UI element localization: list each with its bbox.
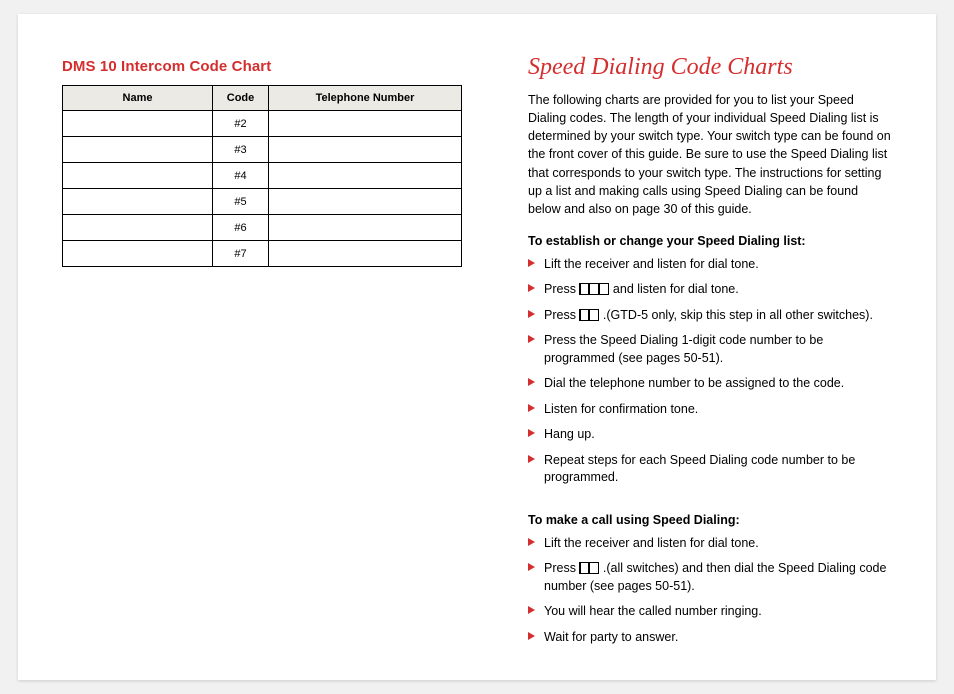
step-text: Press the Speed Dialing 1-digit code num…	[544, 333, 823, 365]
keypad-box-icon	[589, 562, 599, 574]
table-row: #3	[63, 137, 462, 163]
col-header-tel: Telephone Number	[269, 86, 462, 111]
cell-tel	[269, 111, 462, 137]
keypad-box-icon	[579, 283, 589, 295]
table-row: #4	[63, 163, 462, 189]
step-text: Wait for party to answer.	[544, 630, 678, 644]
cell-name	[63, 215, 213, 241]
keypad-box-icon	[579, 562, 589, 574]
step-text: Lift the receiver and listen for dial to…	[544, 536, 759, 550]
cell-name	[63, 189, 213, 215]
speed-dialing-title: Speed Dialing Code Charts	[528, 54, 892, 81]
triangle-bullet-icon	[528, 259, 535, 267]
cell-code: #2	[213, 111, 269, 137]
list-item: Press the Speed Dialing 1-digit code num…	[528, 332, 892, 375]
list-item: Repeat steps for each Speed Dialing code…	[528, 452, 892, 495]
keypad-box-icon	[599, 283, 609, 295]
triangle-bullet-icon	[528, 563, 535, 571]
col-header-name: Name	[63, 86, 213, 111]
establish-list-heading: To establish or change your Speed Dialin…	[528, 234, 892, 248]
cell-code: #6	[213, 215, 269, 241]
table-row: #7	[63, 241, 462, 267]
intercom-code-table: Name Code Telephone Number #2 #3	[62, 85, 462, 267]
keypad-box-icon	[589, 309, 599, 321]
make-call-steps: Lift the receiver and listen for dial to…	[528, 535, 892, 655]
col-header-code: Code	[213, 86, 269, 111]
step-text: Press	[544, 308, 579, 322]
establish-list-steps: Lift the receiver and listen for dial to…	[528, 256, 892, 495]
keypad-box-icon	[589, 283, 599, 295]
list-item: Lift the receiver and listen for dial to…	[528, 535, 892, 561]
list-item: Press .(all switches) and then dial the …	[528, 560, 892, 603]
triangle-bullet-icon	[528, 606, 535, 614]
triangle-bullet-icon	[528, 284, 535, 292]
triangle-bullet-icon	[528, 455, 535, 463]
step-text: Listen for confirmation tone.	[544, 402, 698, 416]
table-row: #6	[63, 215, 462, 241]
table-row: #5	[63, 189, 462, 215]
cell-name	[63, 137, 213, 163]
cell-code: #4	[213, 163, 269, 189]
cell-code: #3	[213, 137, 269, 163]
list-item: You will hear the called number ringing.	[528, 603, 892, 629]
keypad-box-icon	[579, 309, 589, 321]
step-text: Repeat steps for each Speed Dialing code…	[544, 453, 855, 485]
intercom-chart-heading: DMS 10 Intercom Code Chart	[62, 58, 462, 75]
triangle-bullet-icon	[528, 335, 535, 343]
triangle-bullet-icon	[528, 632, 535, 640]
cell-tel	[269, 163, 462, 189]
list-item: Listen for confirmation tone.	[528, 401, 892, 427]
step-text: Hang up.	[544, 427, 595, 441]
step-text: .(GTD-5 only, skip this step in all othe…	[603, 308, 873, 322]
list-item: Wait for party to answer.	[528, 629, 892, 655]
list-item: Hang up.	[528, 426, 892, 452]
cell-tel	[269, 241, 462, 267]
step-text: You will hear the called number ringing.	[544, 604, 762, 618]
table-row: #2	[63, 111, 462, 137]
list-item: Dial the telephone number to be assigned…	[528, 375, 892, 401]
step-text: Press	[544, 561, 579, 575]
cell-tel	[269, 189, 462, 215]
cell-tel	[269, 137, 462, 163]
make-call-heading: To make a call using Speed Dialing:	[528, 513, 892, 527]
intro-paragraph: The following charts are provided for yo…	[528, 91, 892, 218]
right-column: Speed Dialing Code Charts The following …	[462, 58, 892, 680]
triangle-bullet-icon	[528, 538, 535, 546]
triangle-bullet-icon	[528, 429, 535, 437]
list-item: Press and listen for dial tone.	[528, 281, 892, 307]
list-item: Press .(GTD-5 only, skip this step in al…	[528, 307, 892, 333]
cell-tel	[269, 215, 462, 241]
triangle-bullet-icon	[528, 310, 535, 318]
list-item: Lift the receiver and listen for dial to…	[528, 256, 892, 282]
cell-name	[63, 241, 213, 267]
cell-code: #5	[213, 189, 269, 215]
step-text: and listen for dial tone.	[613, 282, 739, 296]
cell-code: #7	[213, 241, 269, 267]
cell-name	[63, 111, 213, 137]
step-text: Press	[544, 282, 579, 296]
triangle-bullet-icon	[528, 404, 535, 412]
triangle-bullet-icon	[528, 378, 535, 386]
left-column: DMS 10 Intercom Code Chart Name Code Tel…	[62, 58, 462, 680]
document-page: DMS 10 Intercom Code Chart Name Code Tel…	[18, 14, 936, 680]
step-text: Dial the telephone number to be assigned…	[544, 376, 844, 390]
table-header-row: Name Code Telephone Number	[63, 86, 462, 111]
cell-name	[63, 163, 213, 189]
step-text: Lift the receiver and listen for dial to…	[544, 257, 759, 271]
